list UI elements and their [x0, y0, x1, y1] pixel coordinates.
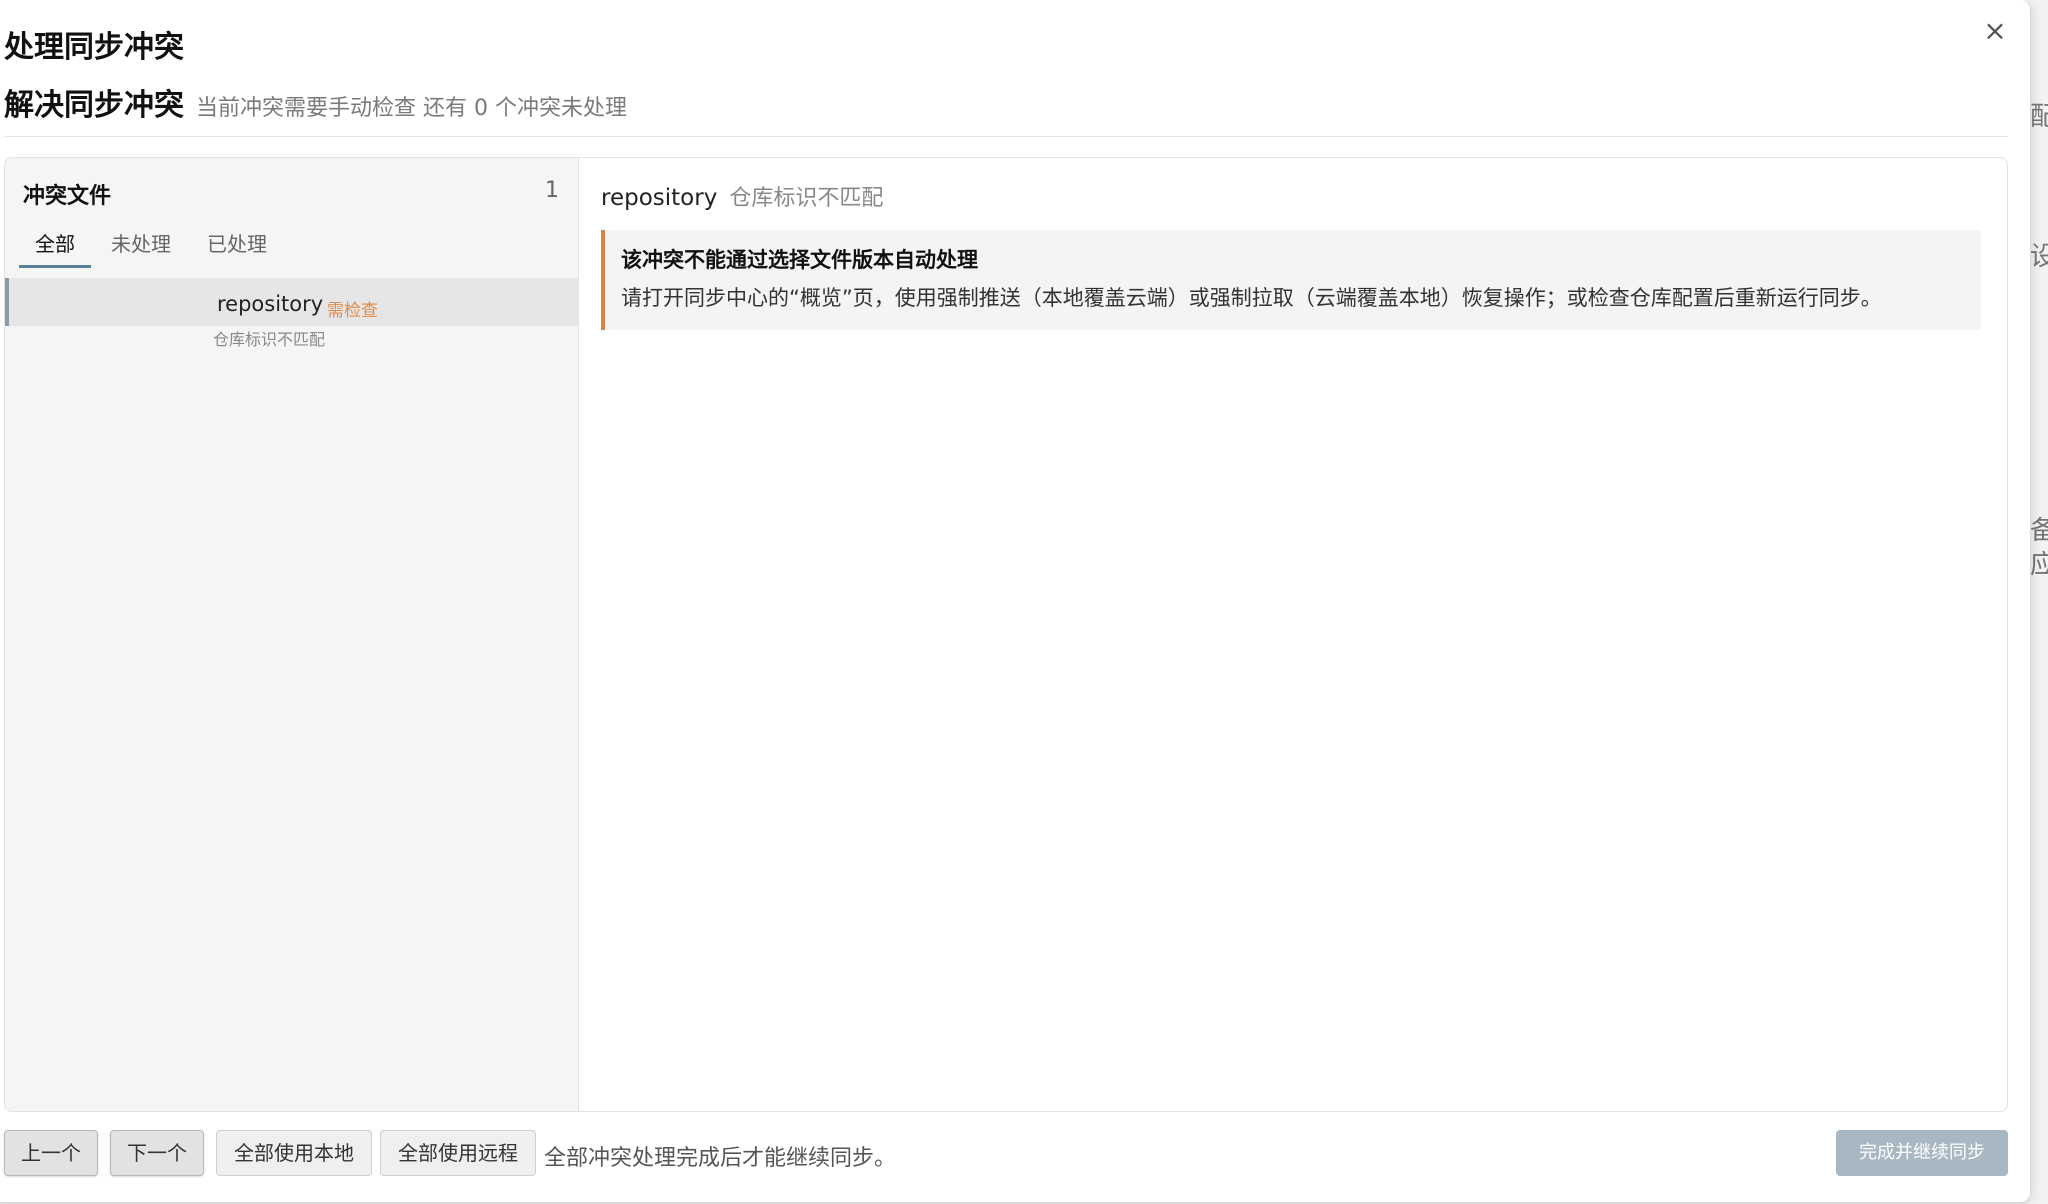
tab-all[interactable]: 全部 [19, 220, 91, 268]
conflict-detail: repository 仓库标识不匹配 该冲突不能通过选择文件版本自动处理 请打开… [579, 158, 2007, 1111]
file-reason: 仓库标识不匹配 [213, 330, 326, 349]
detail-file-name: repository [601, 185, 718, 211]
notice-body: 请打开同步中心的“概览”页，使用强制推送（本地覆盖云端）或强制拉取（云端覆盖本地… [621, 286, 1882, 310]
dialog-footer: 上一个 下一个 全部使用本地 全部使用远程 全部冲突处理完成后才能继续同步。 完… [4, 1130, 2008, 1176]
close-button[interactable]: × [1978, 14, 2012, 48]
page-title: 解决同步冲突 [4, 88, 184, 123]
heading-row: 解决同步冲突 当前冲突需要手动检查 还有 0 个冲突未处理 [4, 80, 627, 124]
status-badge: 需检查 [327, 301, 378, 321]
conflict-status-text: 当前冲突需要手动检查 还有 0 个冲突未处理 [196, 96, 627, 121]
footer-hint: 全部冲突处理完成后才能继续同步。 [544, 1146, 897, 1171]
file-list-count: 1 [545, 178, 559, 203]
background-text-fragment: 配 [2030, 102, 2048, 132]
list-item[interactable]: repository 需检查 [5, 278, 578, 326]
notice-box: 该冲突不能通过选择文件版本自动处理 请打开同步中心的“概览”页，使用强制推送（本… [601, 230, 1981, 330]
background-text-fragment: 备 [2030, 516, 2048, 546]
notice-title: 该冲突不能通过选择文件版本自动处理 [621, 248, 978, 272]
tab-resolved[interactable]: 已处理 [191, 220, 283, 268]
dialog-title: 处理同步冲突 [4, 30, 184, 65]
previous-button[interactable]: 上一个 [4, 1130, 98, 1176]
detail-reason: 仓库标识不匹配 [729, 186, 884, 211]
next-button[interactable]: 下一个 [110, 1130, 204, 1176]
close-icon: × [1983, 14, 2007, 47]
background-text-fragment: 设 [2030, 242, 2048, 272]
conflict-panel: 冲突文件 1 全部 未处理 已处理 repository 需检查 仓库标识不匹配… [4, 157, 2008, 1112]
use-remote-all-button[interactable]: 全部使用远程 [380, 1130, 536, 1176]
detail-header: repository 仓库标识不匹配 [601, 180, 883, 212]
sync-conflict-dialog: 处理同步冲突 × 解决同步冲突 当前冲突需要手动检查 还有 0 个冲突未处理 冲… [0, 0, 2031, 1203]
file-list-title: 冲突文件 [23, 184, 112, 209]
divider [4, 136, 2008, 137]
tab-unresolved[interactable]: 未处理 [95, 220, 187, 268]
conflict-file-list: 冲突文件 1 全部 未处理 已处理 repository 需检查 仓库标识不匹配 [5, 158, 579, 1111]
finish-and-continue-button[interactable]: 完成并继续同步 [1836, 1130, 2008, 1176]
filter-tabs: 全部 未处理 已处理 [19, 220, 283, 268]
file-name: repository [217, 292, 324, 316]
use-local-all-button[interactable]: 全部使用本地 [216, 1130, 372, 1176]
background-text-fragment: 应 [2030, 550, 2048, 580]
